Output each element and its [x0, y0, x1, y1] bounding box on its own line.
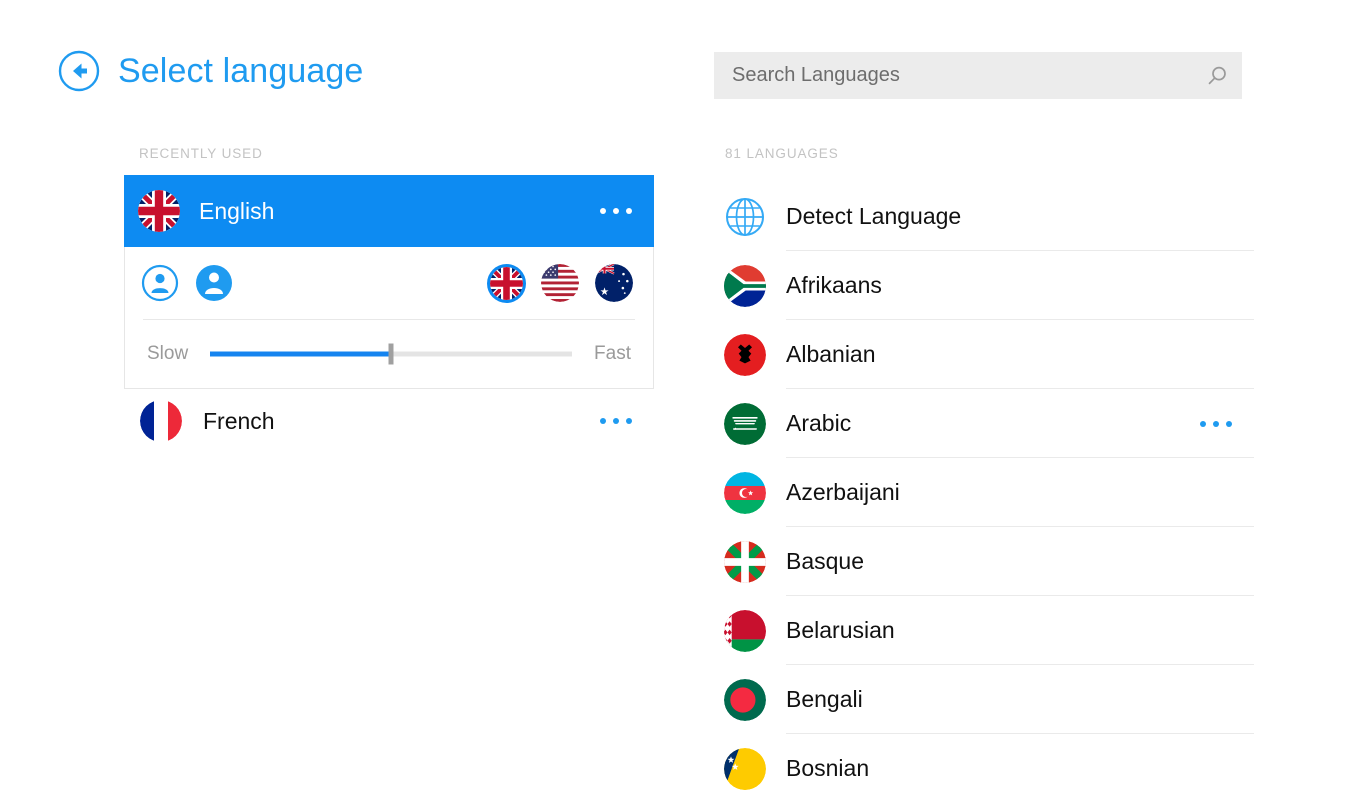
search-input[interactable]	[730, 63, 1206, 88]
language-name: Albanian	[786, 341, 876, 367]
language-list: Detect Language Afrikaans Albanian Arabi…	[724, 182, 1254, 803]
dot	[1226, 420, 1232, 427]
list-item-bengali[interactable]: Bengali	[724, 665, 1254, 734]
search-box[interactable]	[714, 52, 1242, 99]
language-card-english: English Slow Fast	[124, 175, 654, 389]
accent-flags-group	[488, 264, 633, 302]
speech-speed-row: Slow Fast	[125, 320, 653, 388]
dot	[1200, 420, 1206, 427]
page-header: Select language	[58, 50, 363, 92]
flag-by-icon	[724, 609, 766, 652]
language-name: Basque	[786, 548, 865, 574]
slider-fill	[210, 351, 392, 357]
page-title: Select language	[118, 51, 364, 90]
flag-bd-icon	[724, 678, 766, 721]
slider-thumb[interactable]	[388, 343, 394, 365]
dot	[1213, 420, 1219, 427]
language-name: Arabic	[786, 410, 852, 436]
language-name: Bengali	[786, 686, 863, 712]
list-item-bosnian[interactable]: Bosnian	[724, 734, 1254, 803]
language-name: English	[199, 197, 275, 224]
dot	[613, 208, 619, 214]
dot	[613, 418, 619, 424]
language-list-pane: 81 LANGUAGES Detect Language	[714, 0, 1366, 790]
search-icon[interactable]	[1206, 65, 1228, 87]
more-options-button-french[interactable]	[578, 406, 654, 436]
back-arrow-icon[interactable]	[58, 50, 100, 92]
more-options-button-english[interactable]	[578, 196, 654, 226]
languages-count-label: 81 LANGUAGES	[725, 146, 839, 161]
female-voice-button[interactable]	[195, 264, 233, 302]
flag-za-icon	[724, 264, 766, 307]
list-item-basque[interactable]: Basque	[724, 527, 1254, 596]
language-row-english[interactable]: English	[124, 175, 654, 247]
voice-options-row	[125, 247, 653, 319]
fast-label: Fast	[594, 343, 631, 364]
dot	[626, 418, 632, 424]
language-name: Azerbaijani	[786, 479, 900, 505]
slow-label: Slow	[147, 343, 189, 364]
list-item-albanian[interactable]: Albanian	[724, 320, 1254, 389]
flag-az-icon	[724, 471, 766, 514]
list-item-azerbaijani[interactable]: Azerbaijani	[724, 458, 1254, 527]
language-name: French	[203, 407, 275, 434]
flag-ba-icon	[724, 747, 766, 790]
language-name: Belarusian	[786, 617, 895, 643]
flag-al-icon	[724, 333, 766, 376]
accent-flag-us[interactable]	[541, 264, 579, 302]
accent-flag-au[interactable]	[595, 264, 633, 302]
flag-eus-icon	[724, 540, 766, 583]
list-item-detect-language[interactable]: Detect Language	[724, 182, 1254, 251]
flag-fr-icon	[140, 400, 182, 442]
globe-icon	[724, 196, 766, 238]
language-name: Afrikaans	[786, 272, 882, 298]
dot	[626, 208, 632, 214]
language-row-french[interactable]: French	[124, 389, 654, 453]
dot	[600, 208, 606, 214]
language-name: Bosnian	[786, 755, 870, 781]
language-name: Detect Language	[786, 203, 962, 229]
dot	[600, 418, 606, 424]
speech-speed-slider[interactable]	[210, 343, 573, 365]
list-item-afrikaans[interactable]: Afrikaans	[724, 251, 1254, 320]
male-voice-button[interactable]	[141, 264, 179, 302]
list-item-belarusian[interactable]: Belarusian	[724, 596, 1254, 665]
list-item-arabic[interactable]: Arabic	[724, 389, 1254, 458]
recently-used-label: RECENTLY USED	[139, 146, 263, 161]
more-options-button-arabic[interactable]	[1178, 409, 1254, 439]
flag-gb-icon	[138, 190, 180, 232]
flag-sa-icon	[724, 402, 766, 445]
accent-flag-gb[interactable]	[490, 266, 523, 300]
recently-used-pane: Select language RECENTLY USED English Sl…	[0, 0, 690, 768]
